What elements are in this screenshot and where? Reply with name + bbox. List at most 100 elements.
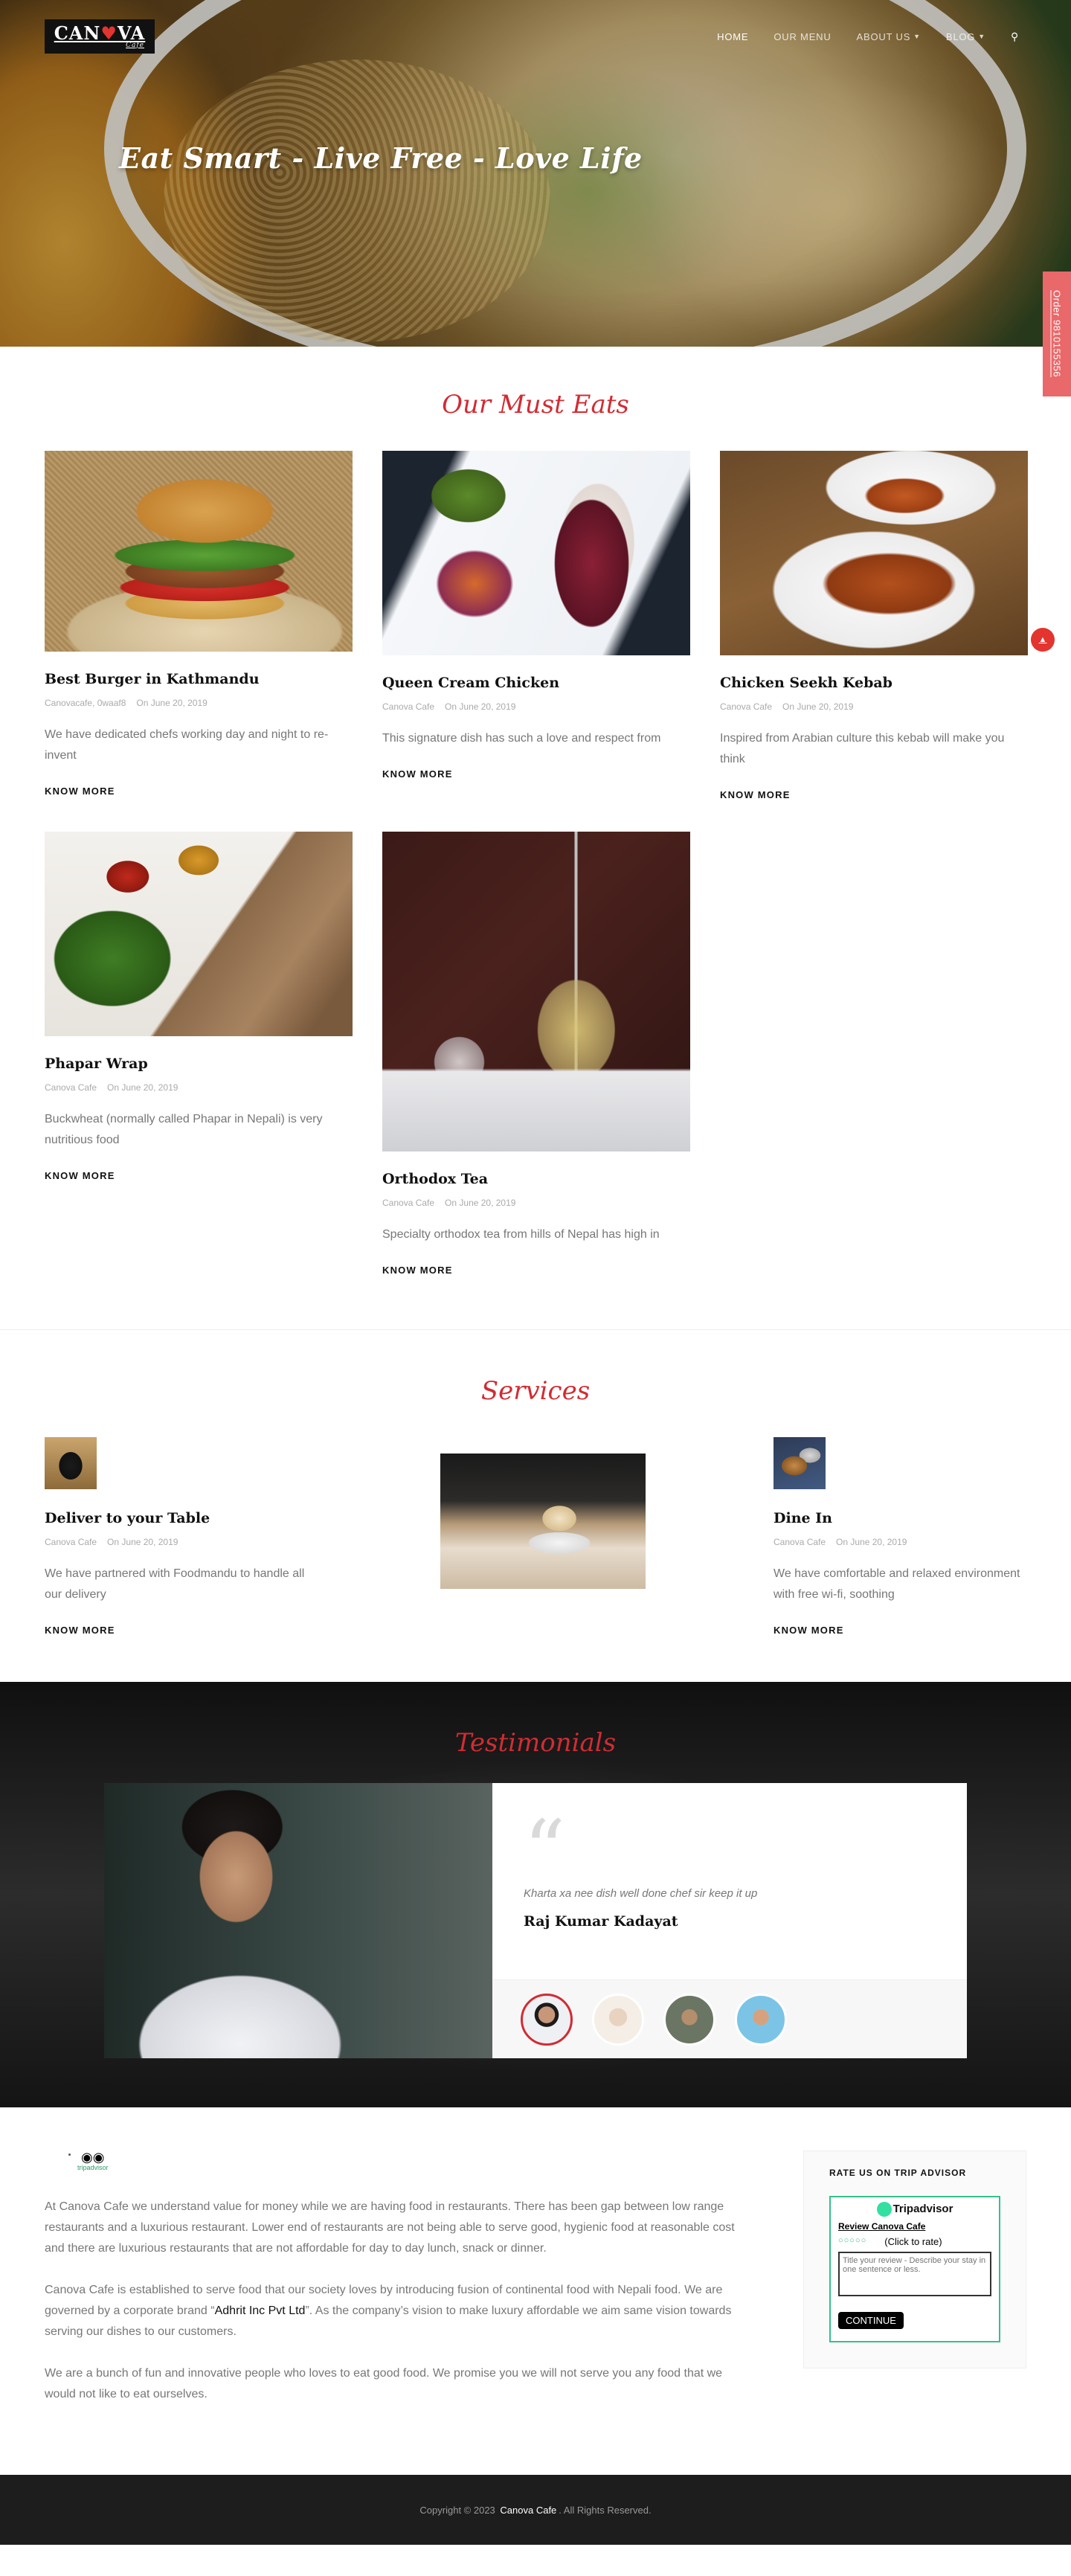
know-more-link[interactable]: KNOW MORE (382, 768, 453, 780)
dish-card-seekh-kebab: Chicken Seekh Kebab Canova Cafe On June 2… (720, 451, 1028, 802)
know-more-link[interactable]: KNOW MORE (382, 1265, 453, 1276)
dish-title[interactable]: Phapar Wrap (45, 1056, 353, 1072)
post-date: On June 20, 2019 (782, 701, 854, 712)
know-more-link[interactable]: KNOW MORE (720, 789, 791, 800)
post-author[interactable]: Canova Cafe (45, 1082, 97, 1093)
avatar[interactable] (735, 1993, 787, 2046)
dish-card-phapar-wrap: Phapar Wrap Canova Cafe On June 20, 2019 … (45, 832, 353, 1183)
post-date: On June 20, 2019 (107, 1537, 178, 1547)
footer-brand-link[interactable]: Canova Cafe (500, 2505, 556, 2516)
post-date: On June 20, 2019 (136, 698, 208, 708)
post-date: On June 20, 2019 (445, 1198, 516, 1208)
rate-box-title: RATE US ON TRIP ADVISOR (829, 2168, 967, 2178)
testimonial-quote-area: “ Kharta xa nee dish well done chef sir … (492, 1783, 967, 1979)
nav-about-us[interactable]: ABOUT US ▼ (857, 31, 921, 42)
coffee-serving-image (440, 1454, 646, 1589)
must-eats-title: Our Must Eats (442, 390, 629, 420)
logo-subtitle: Cafe (126, 41, 144, 49)
testimonial-slider: “ Kharta xa nee dish well done chef sir … (104, 1783, 967, 2058)
post-meta: Canovacafe, 0waaf8 On June 20, 2019 (45, 698, 353, 708)
rating-row: ○○○○○ (Click to rate) (838, 2236, 991, 2247)
post-author[interactable]: Canova Cafe (720, 701, 772, 712)
post-author[interactable]: Canova Cafe (774, 1537, 826, 1547)
dish-excerpt: This signature dish has such a love and … (382, 732, 661, 745)
testimonial-text: Kharta xa nee dish well done chef sir ke… (524, 1887, 758, 1900)
order-phone-tab[interactable]: Order 9810155356 (1043, 272, 1071, 396)
site-logo[interactable]: CAN♥VA Cafe (45, 19, 155, 54)
must-eats-grid: Best Burger in Kathmandu Canovacafe, 0wa… (45, 451, 1028, 1277)
dish-image-burger[interactable] (45, 451, 353, 652)
rating-hint: (Click to rate) (884, 2236, 942, 2247)
about-section: ◉◉ tripadvisor At Canova Cafe we underst… (0, 2107, 1071, 2475)
know-more-link[interactable]: KNOW MORE (45, 1170, 115, 1181)
caret-down-icon: ▼ (913, 33, 921, 40)
dish-image-tea[interactable] (382, 832, 690, 1152)
testimonial-author: Raj Kumar Kadayat (524, 1913, 678, 1930)
dish-image-chicken[interactable] (382, 451, 690, 655)
testimonial-photo (104, 1783, 492, 2058)
avatar[interactable] (521, 1993, 573, 2046)
rating-bubbles[interactable]: ○○○○○ (838, 2236, 866, 2247)
services-title: Services (480, 1376, 591, 1406)
testimonials-section: Testimonials “ Kharta xa nee dish well d… (0, 1682, 1071, 2107)
about-grid: ◉◉ tripadvisor At Canova Cafe we underst… (45, 2151, 1026, 2426)
scroll-to-top-button[interactable]: ▲ (1031, 628, 1055, 652)
service-excerpt: We have comfortable and relaxed environm… (774, 1567, 1020, 1601)
dish-card-orthodox-tea: Orthodox Tea Canova Cafe On June 20, 2019… (382, 832, 690, 1277)
search-icon[interactable]: ⚲ (1011, 30, 1019, 43)
logo-heart-icon: ♥ (100, 22, 118, 44)
dish-excerpt: Specialty orthodox tea from hills of Nep… (382, 1228, 660, 1241)
tripadvisor-badge[interactable]: ◉◉ tripadvisor (77, 2151, 736, 2171)
service-title[interactable]: Deliver to your Table (45, 1510, 312, 1526)
post-author[interactable]: Canova Cafe (45, 1537, 97, 1547)
avatar[interactable] (592, 1993, 644, 2046)
service-card-dine-in: Dine In Canova Cafe On June 20, 2019 We h… (774, 1437, 1026, 1637)
owl-icon: ◉◉ (81, 2150, 105, 2165)
dish-image-wrap[interactable] (45, 832, 353, 1036)
post-date: On June 20, 2019 (836, 1537, 907, 1547)
chevron-up-icon: ▲ (1038, 635, 1047, 644)
post-author[interactable]: Canova Cafe (382, 701, 434, 712)
dish-title[interactable]: Orthodox Tea (382, 1171, 690, 1187)
main-menu: HOME OUR MENU ABOUT US ▼ BLOG ▼ ⚲ (717, 30, 1019, 43)
dish-title[interactable]: Chicken Seekh Kebab (720, 675, 1028, 691)
post-date: On June 20, 2019 (445, 701, 516, 712)
post-meta: Canova Cafe On June 20, 2019 (720, 701, 1028, 712)
dish-excerpt: We have dedicated chefs working day and … (45, 728, 329, 762)
know-more-link[interactable]: KNOW MORE (45, 1625, 115, 1636)
services-grid: Deliver to your Table Canova Cafe On June… (45, 1437, 1026, 1637)
owl-icon (876, 2202, 892, 2217)
nav-home[interactable]: HOME (717, 31, 748, 42)
post-author[interactable]: Canova Cafe (382, 1198, 434, 1208)
continue-button[interactable]: CONTINUE (838, 2312, 904, 2329)
tripadvisor-logo: Tripadvisor (838, 2202, 991, 2217)
quote-icon: “ (524, 1802, 566, 1898)
service-card-delivery: Deliver to your Table Canova Cafe On June… (45, 1437, 312, 1637)
service-thumbnail[interactable] (45, 1437, 97, 1489)
post-author[interactable]: Canovacafe, 0waaf8 (45, 698, 126, 708)
tripadvisor-badge-list: ◉◉ tripadvisor (77, 2151, 736, 2171)
must-eats-section: Our Must Eats Best Burger in Kathmandu C… (0, 347, 1071, 1329)
about-paragraph: We are a bunch of fun and innovative peo… (45, 2367, 723, 2400)
tripadvisor-mini-text: tripadvisor (77, 2164, 109, 2171)
testimonials-title: Testimonials (454, 1728, 617, 1758)
dish-title[interactable]: Best Burger in Kathmandu (45, 671, 353, 687)
post-meta: Canova Cafe On June 20, 2019 (45, 1082, 353, 1093)
dish-excerpt: Buckwheat (normally called Phapar in Nep… (45, 1113, 323, 1146)
service-title[interactable]: Dine In (774, 1510, 1026, 1526)
dish-image-kebab[interactable] (720, 451, 1028, 655)
post-meta: Canova Cafe On June 20, 2019 (774, 1537, 1026, 1547)
post-meta: Canova Cafe On June 20, 2019 (382, 701, 690, 712)
review-textarea[interactable] (838, 2252, 991, 2296)
review-link[interactable]: Review Canova Cafe (838, 2221, 925, 2232)
know-more-link[interactable]: KNOW MORE (45, 786, 115, 797)
service-thumbnail[interactable] (774, 1437, 826, 1489)
post-meta: Canova Cafe On June 20, 2019 (382, 1198, 690, 1208)
avatar[interactable] (663, 1993, 715, 2046)
nav-our-menu[interactable]: OUR MENU (774, 31, 831, 42)
logo-wordmark: CAN♥VA (54, 22, 146, 44)
nav-blog[interactable]: BLOG ▼ (946, 31, 985, 42)
know-more-link[interactable]: KNOW MORE (774, 1625, 844, 1636)
hero-tagline: Eat Smart - Live Free - Love Life (119, 141, 643, 175)
dish-title[interactable]: Queen Cream Chicken (382, 675, 690, 691)
